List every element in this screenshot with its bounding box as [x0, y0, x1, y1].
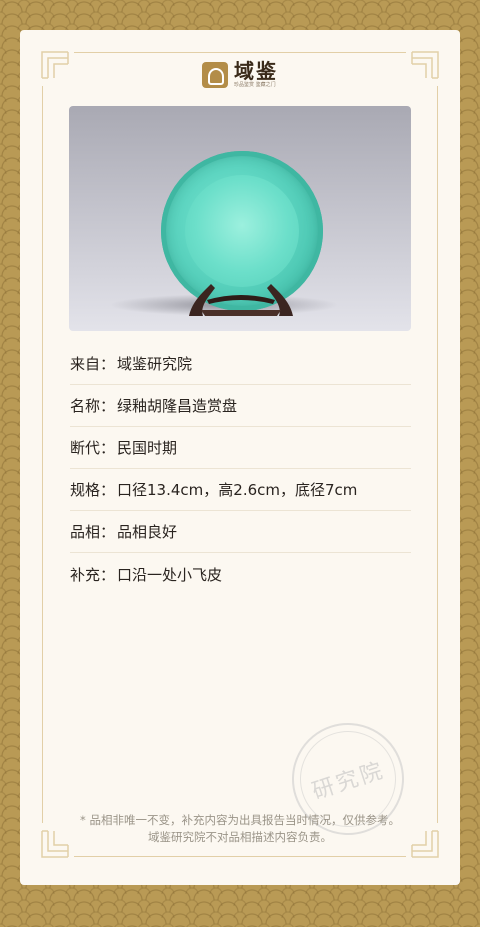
frame-top-line: [74, 52, 406, 53]
frame-left-line: [42, 86, 43, 823]
detail-value: 品相良好: [117, 523, 178, 541]
corner-ornament-bottom-right: [408, 827, 442, 861]
brand-logo: 域鉴 珍品鉴赏 鉴藏之门: [20, 60, 460, 89]
frame-bottom-line: [74, 856, 406, 857]
detail-row-source: 来自： 域鉴研究院: [70, 343, 411, 385]
detail-row-supplement: 补充： 口沿一处小飞皮: [70, 553, 411, 595]
detail-row-name: 名称： 绿釉胡隆昌造赏盘: [70, 385, 411, 427]
wooden-stand-image: [181, 276, 301, 318]
detail-row-condition: 品相： 品相良好: [70, 511, 411, 553]
detail-label: 断代：: [70, 439, 116, 457]
detail-value: 绿釉胡隆昌造赏盘: [117, 397, 238, 415]
detail-label: 名称：: [70, 397, 116, 415]
details-list: 来自： 域鉴研究院 名称： 绿釉胡隆昌造赏盘 断代： 民国时期 规格： 口径13…: [70, 343, 411, 595]
detail-value: 口沿一处小飞皮: [117, 565, 223, 584]
detail-row-period: 断代： 民国时期: [70, 427, 411, 469]
vase-logo-icon: [202, 61, 228, 88]
detail-label: 补充：: [70, 565, 116, 584]
brand-name: 域鉴: [234, 59, 278, 83]
corner-ornament-bottom-left: [38, 827, 72, 861]
detail-label: 品相：: [70, 523, 116, 541]
frame-right-line: [437, 86, 438, 823]
product-photo: [69, 106, 411, 331]
detail-label: 来自：: [70, 355, 116, 373]
detail-value: 口径13.4cm，高2.6cm，底径7cm: [117, 481, 358, 499]
detail-value: 域鉴研究院: [117, 355, 193, 373]
report-card: 域鉴 珍品鉴赏 鉴藏之门 来自： 域鉴研究院 名称： 绿釉胡隆昌造赏盘 断代： …: [20, 30, 460, 885]
seal-text: 研究院: [309, 757, 389, 805]
detail-value: 民国时期: [117, 439, 178, 457]
disclaimer-footnote: * 品相非唯一不变，补充内容为出具报告当时情况，仅供参考。域鉴研究院不对品相描述…: [80, 813, 400, 844]
plate-well: [185, 175, 299, 287]
detail-row-dimensions: 规格： 口径13.4cm，高2.6cm，底径7cm: [70, 469, 411, 511]
detail-label: 规格：: [70, 481, 116, 499]
brand-tagline: 珍品鉴赏 鉴藏之门: [234, 82, 276, 88]
